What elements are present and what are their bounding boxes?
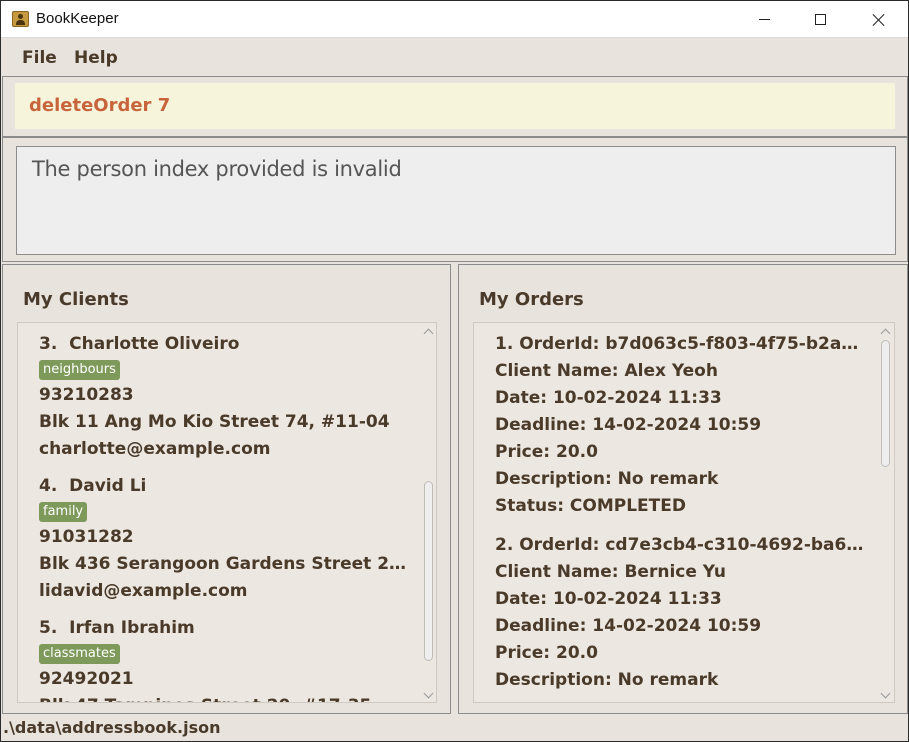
close-icon	[872, 13, 886, 27]
client-email: charlotte@example.com	[39, 439, 271, 459]
order-header: 2. OrderId: cd7e3cb4-c310-4692-ba68-a77.…	[495, 535, 870, 555]
order-date: Date: 10-02-2024 11:33	[495, 388, 722, 408]
client-name: David Li	[69, 476, 147, 496]
command-input[interactable]: deleteOrder 7	[15, 83, 895, 129]
scroll-up-button[interactable]	[877, 323, 894, 340]
client-index: 5.	[39, 618, 58, 638]
menu-file[interactable]: File	[22, 48, 57, 68]
result-display[interactable]: The person index provided is invalid	[16, 146, 896, 255]
order-card[interactable]: 1. OrderId: b7d063c5-f803-4f75-b2ad-777.…	[495, 331, 863, 520]
chevron-down-icon	[423, 688, 434, 699]
minimize-icon	[758, 19, 770, 20]
clients-panel: My Clients 3. Charlotte Oliveiro neighbo…	[2, 264, 451, 714]
order-price: Price: 20.0	[495, 442, 598, 462]
scroll-down-button[interactable]	[877, 687, 894, 702]
client-email: lidavid@example.com	[39, 581, 248, 601]
result-panel: The person index provided is invalid	[2, 137, 908, 262]
save-location: .\data\addressbook.json	[3, 718, 221, 737]
client-name: Irfan Ibrahim	[69, 618, 195, 638]
maximize-icon	[814, 14, 826, 25]
client-tag: classmates	[39, 644, 120, 664]
client-card[interactable]: 3. Charlotte Oliveiro neighbours 9321028…	[39, 331, 414, 463]
order-description: Description: No remark	[495, 670, 719, 690]
order-description: Description: No remark	[495, 469, 719, 489]
client-list[interactable]: 3. Charlotte Oliveiro neighbours 9321028…	[17, 322, 437, 703]
order-date: Date: 10-02-2024 11:33	[495, 589, 722, 609]
scroll-thumb[interactable]	[424, 481, 433, 661]
client-index: 4.	[39, 476, 58, 496]
scroll-up-button[interactable]	[420, 323, 436, 340]
result-message: The person index provided is invalid	[32, 157, 402, 181]
order-list[interactable]: 1. OrderId: b7d063c5-f803-4f75-b2ad-777.…	[473, 322, 895, 703]
orders-title: My Orders	[479, 289, 584, 310]
orders-panel: My Orders 1. OrderId: b7d063c5-f803-4f75…	[458, 264, 908, 714]
client-phone: 92492021	[39, 669, 134, 689]
client-tag: neighbours	[39, 360, 120, 380]
command-panel: deleteOrder 7	[2, 76, 908, 137]
app-window: BookKeeper File Help deleteOrder 7 The p…	[0, 0, 909, 742]
client-card[interactable]: 4. David Li family 91031282 Blk 436 Sera…	[39, 473, 414, 605]
chevron-down-icon	[880, 688, 891, 699]
clients-title: My Clients	[23, 289, 129, 310]
order-card[interactable]: 2. OrderId: cd7e3cb4-c310-4692-ba68-a77.…	[495, 532, 870, 694]
client-address: Blk 11 Ang Mo Kio Street 74, #11-04	[39, 412, 390, 432]
window-title: BookKeeper	[36, 10, 119, 27]
client-tag: family	[39, 502, 88, 522]
client-phone: 93210283	[39, 385, 134, 405]
menu-bar: File Help	[1, 38, 908, 76]
client-phone: 91031282	[39, 527, 134, 547]
order-status: Status: COMPLETED	[495, 496, 686, 516]
scroll-thumb[interactable]	[881, 340, 890, 467]
client-index: 3.	[39, 334, 58, 354]
order-deadline: Deadline: 14-02-2024 10:59	[495, 415, 762, 435]
client-name: Charlotte Oliveiro	[69, 334, 240, 354]
order-price: Price: 20.0	[495, 643, 598, 663]
client-address: Blk 436 Serangoon Gardens Street 26, #16…	[39, 554, 414, 574]
order-list-scrollbar[interactable]	[877, 323, 894, 702]
client-address: Blk 47 Tampines Street 20, #17-35	[39, 693, 414, 702]
order-deadline: Deadline: 14-02-2024 10:59	[495, 616, 762, 636]
order-client: Client Name: Alex Yeoh	[495, 361, 718, 381]
close-button[interactable]	[850, 1, 908, 38]
minimize-button[interactable]	[735, 1, 793, 38]
client-card[interactable]: 5. Irfan Ibrahim classmates 92492021 Blk…	[39, 615, 414, 702]
order-client: Client Name: Bernice Yu	[495, 562, 726, 582]
status-bar: .\data\addressbook.json	[1, 715, 908, 741]
menu-help[interactable]: Help	[74, 48, 118, 68]
title-bar[interactable]: BookKeeper	[1, 1, 908, 38]
address-book-icon	[12, 11, 29, 27]
chevron-up-icon	[880, 328, 891, 339]
scroll-down-button[interactable]	[420, 687, 436, 702]
order-header: 1. OrderId: b7d063c5-f803-4f75-b2ad-777.…	[495, 334, 863, 354]
client-list-scrollbar[interactable]	[420, 323, 436, 702]
chevron-up-icon	[423, 328, 434, 339]
maximize-button[interactable]	[791, 1, 849, 38]
